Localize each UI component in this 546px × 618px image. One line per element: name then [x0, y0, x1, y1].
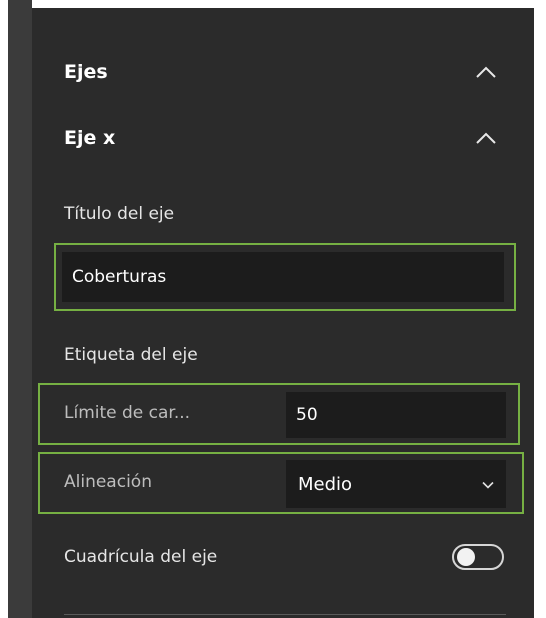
settings-window: Ejes Eje x Título del eje Coberturas Eti… [0, 0, 546, 618]
panel-left-border [8, 0, 32, 618]
axis-title-label-row: Título del eje [64, 200, 174, 228]
alignment-label: Alineación [64, 472, 152, 492]
char-limit-input[interactable]: 50 [286, 392, 506, 438]
axis-title-label: Título del eje [64, 204, 175, 224]
top-margin [32, 0, 534, 8]
chevron-down-icon [482, 474, 494, 495]
alignment-value: Medio [298, 473, 353, 495]
axis-title-input[interactable]: Coberturas [62, 252, 504, 302]
axis-grid-label: Cuadrícula del eje [64, 547, 218, 567]
x-axis-section-header[interactable]: Eje x [64, 123, 115, 153]
outer-right-margin [534, 0, 546, 618]
x-axis-section-title: Eje x [64, 127, 116, 149]
axis-title-value: Coberturas [72, 267, 167, 287]
axis-label-heading-row: Etiqueta del eje [64, 341, 198, 369]
axes-section-header[interactable]: Ejes [64, 57, 108, 87]
axes-section-title: Ejes [64, 61, 108, 83]
chevron-up-icon[interactable] [476, 65, 496, 79]
char-limit-label: Límite de car... [64, 403, 191, 423]
axis-grid-toggle[interactable] [452, 544, 504, 570]
char-limit-value: 50 [296, 405, 318, 425]
section-divider [64, 614, 506, 615]
axis-label-heading: Etiqueta del eje [64, 345, 198, 365]
outer-left-margin [0, 0, 8, 618]
chevron-up-icon[interactable] [476, 131, 496, 145]
toggle-knob [457, 548, 475, 566]
alignment-select[interactable]: Medio [286, 460, 506, 508]
